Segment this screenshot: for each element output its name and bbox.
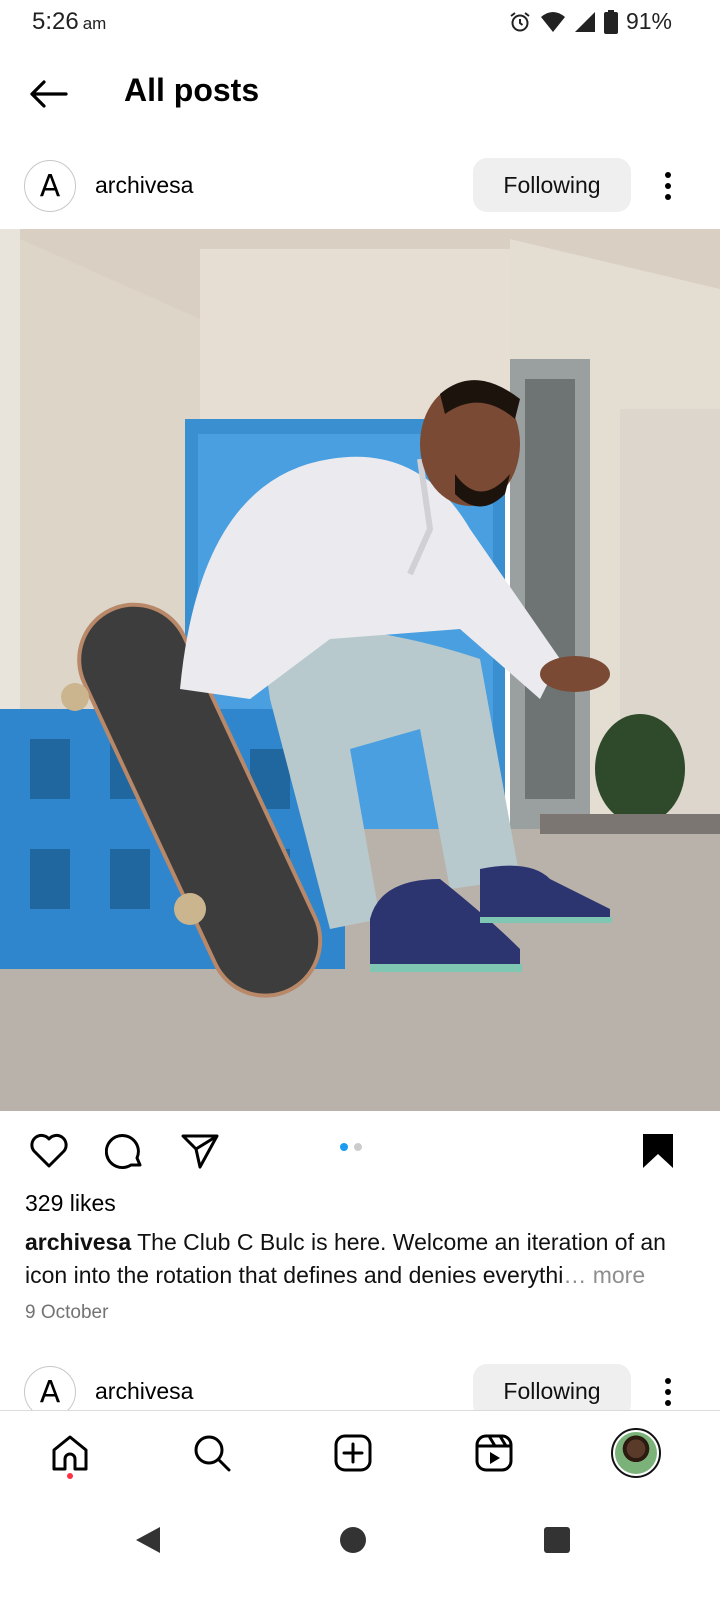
bottom-nav	[0, 1410, 720, 1490]
carousel-dot-active	[340, 1143, 348, 1151]
notification-dot	[67, 1473, 73, 1479]
like-count[interactable]: 329 likes	[25, 1190, 116, 1217]
post-actions	[0, 1125, 720, 1175]
back-icon	[136, 1527, 160, 1553]
profile-avatar-image	[615, 1432, 657, 1474]
carousel-indicator	[340, 1143, 362, 1151]
create-icon	[334, 1434, 372, 1472]
back-button[interactable]	[24, 70, 72, 118]
app-header: All posts	[0, 60, 720, 124]
save-button[interactable]	[636, 1129, 680, 1173]
system-nav-bar	[0, 1492, 720, 1600]
search-icon	[194, 1435, 231, 1472]
bookmark-filled-icon	[643, 1134, 673, 1168]
nav-profile[interactable]	[608, 1425, 664, 1481]
battery-icon	[603, 9, 618, 34]
post-date: 9 October	[25, 1302, 109, 1323]
like-button[interactable]	[27, 1129, 71, 1173]
caption-username[interactable]: archivesa	[25, 1229, 131, 1255]
system-recents-button[interactable]	[527, 1510, 587, 1570]
status-time-ampm: am	[82, 14, 107, 33]
following-button[interactable]: Following	[473, 158, 631, 212]
post-username[interactable]: archivesa	[95, 172, 193, 199]
heart-icon	[30, 1133, 68, 1168]
post-photo-illustration	[0, 229, 720, 1111]
home-circle-icon	[340, 1527, 366, 1553]
home-icon	[52, 1435, 88, 1471]
send-icon	[181, 1134, 219, 1169]
nav-reels[interactable]	[466, 1425, 522, 1481]
battery-percent: 91%	[625, 8, 672, 34]
post-image[interactable]	[0, 229, 720, 1111]
reels-icon	[475, 1434, 513, 1472]
post-header: A archivesa Following	[0, 150, 720, 222]
page-title: All posts	[124, 72, 260, 108]
carousel-dot	[354, 1143, 362, 1151]
share-button[interactable]	[178, 1129, 222, 1173]
alarm-icon	[510, 11, 530, 31]
wifi-icon	[540, 11, 565, 32]
status-icons: 91%	[508, 8, 672, 35]
nav-search[interactable]	[184, 1425, 240, 1481]
more-options-button[interactable]	[652, 162, 684, 210]
comment-button[interactable]	[103, 1129, 147, 1173]
post-caption: archivesa The Club C Bulc is here. Welco…	[25, 1226, 695, 1292]
profile-avatar	[611, 1428, 661, 1478]
more-options-button[interactable]	[652, 1368, 684, 1416]
status-time-value: 5:26	[32, 8, 79, 35]
recents-icon	[544, 1527, 570, 1553]
status-bar: 5:26 am 91%	[0, 0, 720, 48]
arrow-left-icon	[30, 80, 68, 108]
system-home-button[interactable]	[323, 1510, 383, 1570]
comment-icon	[105, 1134, 142, 1170]
system-back-button[interactable]	[118, 1510, 178, 1570]
cell-signal-icon	[574, 11, 595, 32]
nav-create[interactable]	[325, 1425, 381, 1481]
more-vertical-icon	[665, 172, 671, 200]
post-username[interactable]: archivesa	[95, 1378, 193, 1405]
post-avatar[interactable]: A	[24, 160, 76, 212]
status-time: 5:26 am	[32, 8, 106, 36]
caption-more-link[interactable]: … more	[563, 1262, 645, 1288]
more-vertical-icon	[665, 1378, 671, 1406]
